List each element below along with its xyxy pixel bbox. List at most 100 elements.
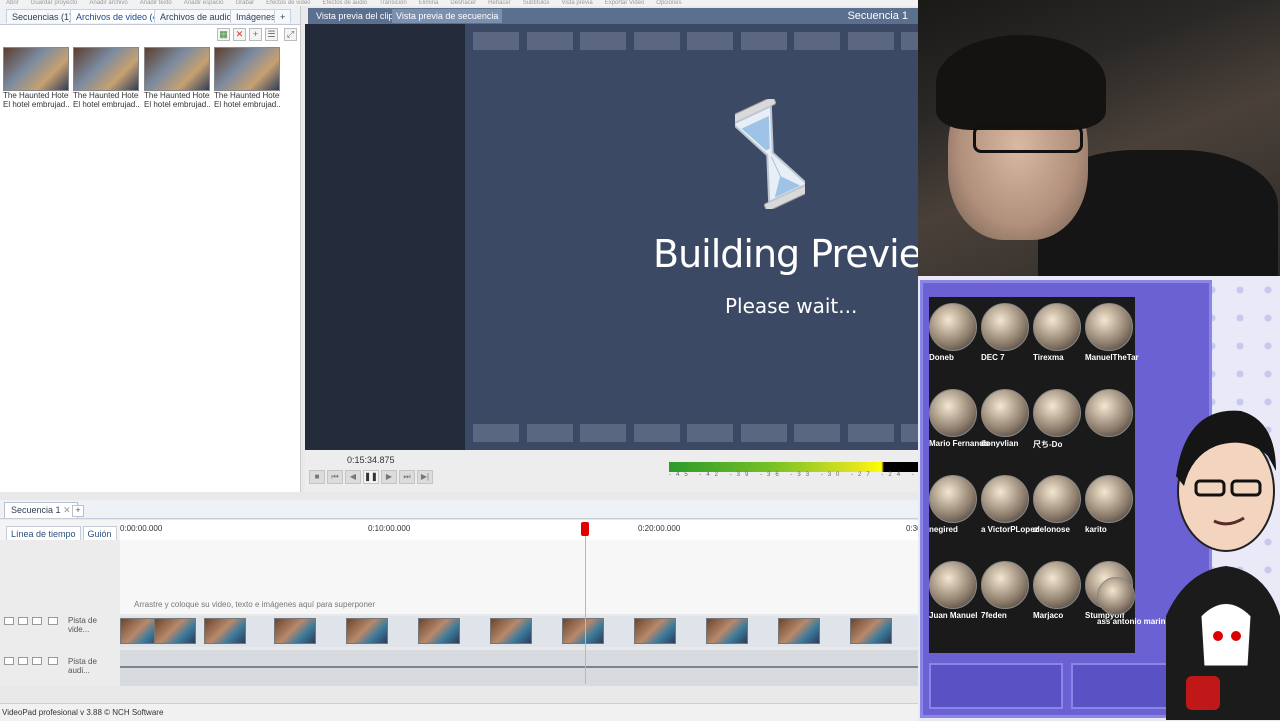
video-thumbnail xyxy=(144,47,210,91)
media-item-title: The Haunted Hotel - xyxy=(214,91,280,100)
delete-icon[interactable]: ✕ xyxy=(233,28,246,41)
close-icon[interactable]: ✕ xyxy=(63,505,71,515)
stop-button[interactable]: ■ xyxy=(309,470,325,484)
playhead-marker[interactable] xyxy=(581,522,589,536)
menu-item[interactable]: Elimina xyxy=(419,0,439,6)
step-back-button[interactable]: ◀ xyxy=(345,470,361,484)
menu-item[interactable]: Efectos de audio xyxy=(323,0,368,6)
menu-item[interactable]: Opciones xyxy=(656,0,681,6)
skip-end-button[interactable]: ⏭ xyxy=(399,470,415,484)
supporters-grid: Doneb DEC 7 Tirexma ManuelTheTar Mario Ferna… xyxy=(929,297,1165,653)
video-clip[interactable] xyxy=(706,618,748,644)
tab-add[interactable]: + xyxy=(274,9,292,23)
playback-controls: 0:15:34.875 ■ ⏮ ◀ ❚❚ ▶ ⏭ ▶| -45 -42 -39 … xyxy=(305,450,1043,492)
video-track-name: Pista de vide... xyxy=(68,616,97,634)
film-hole xyxy=(740,424,787,442)
preview-sequence-name: Secuencia 1 xyxy=(847,10,908,22)
film-hole xyxy=(633,424,680,442)
supporter-name: Marjaco xyxy=(1033,611,1064,620)
video-clip[interactable] xyxy=(418,618,460,644)
media-item[interactable]: The Haunted Hotel - El hotel embrujad... xyxy=(144,47,210,113)
menu-item[interactable]: Exportar Video xyxy=(605,0,645,6)
media-item[interactable]: The Haunted Hotel - El hotel embrujad... xyxy=(73,47,139,113)
menu-item[interactable]: Deshacer xyxy=(450,0,476,6)
menu-item[interactable]: Vista previa xyxy=(561,0,592,6)
tab-clip-preview[interactable]: Vista previa del clip xyxy=(312,9,397,23)
track-visibility-icon[interactable] xyxy=(4,657,14,665)
supporter-name: Tirexma xyxy=(1033,353,1064,362)
supporter-avatar xyxy=(1097,577,1135,615)
track-fx-icon[interactable] xyxy=(32,657,42,665)
menu-item[interactable]: Rehacer xyxy=(488,0,511,6)
film-hole xyxy=(526,32,573,50)
tab-sequence-1[interactable]: Secuencia 1 ✕ xyxy=(4,502,78,518)
pause-button[interactable]: ❚❚ xyxy=(363,470,379,484)
video-track[interactable] xyxy=(120,616,918,647)
supporter-item: Mario Fernando xyxy=(929,389,990,448)
tab-audio-files[interactable]: Archivos de audio xyxy=(154,9,238,23)
video-clip[interactable] xyxy=(274,618,316,644)
supporter-avatar xyxy=(1085,303,1133,351)
media-item-subtitle: El hotel embrujad... xyxy=(3,100,69,109)
video-thumbnail xyxy=(73,47,139,91)
supporter-item: 尺ち-Do xyxy=(1033,389,1083,450)
list-view-icon[interactable]: ☰ xyxy=(265,28,278,41)
supporter-avatar xyxy=(929,475,977,523)
film-hole xyxy=(687,32,733,50)
video-clip[interactable] xyxy=(204,618,246,644)
film-hole xyxy=(794,424,840,442)
video-clip[interactable] xyxy=(346,618,388,644)
track-visibility-icon[interactable] xyxy=(4,617,14,625)
film-hole xyxy=(740,32,787,50)
film-hole xyxy=(580,424,626,442)
add-sequence-button[interactable]: + xyxy=(72,505,84,517)
menu-item[interactable]: Transición xyxy=(379,0,406,6)
skip-start-button[interactable]: ⏮ xyxy=(327,470,343,484)
cartoon-avatar-icon xyxy=(1166,410,1280,720)
step-forward-button[interactable]: ▶ xyxy=(381,470,397,484)
supporter-item: donyvlian xyxy=(981,389,1031,448)
media-item[interactable]: The Haunted Hotel - El hotel embrujad... xyxy=(214,47,280,113)
track-lock-icon[interactable] xyxy=(48,617,58,625)
add-icon[interactable]: + xyxy=(249,28,262,41)
grid-view-icon[interactable]: ▦ xyxy=(217,28,230,41)
preview-timecode: 0:15:34.875 xyxy=(347,455,395,465)
film-hole xyxy=(580,32,626,50)
track-fx-icon[interactable] xyxy=(32,617,42,625)
track-eye-icon[interactable] xyxy=(18,617,28,625)
supporter-avatar xyxy=(981,389,1029,437)
video-clip[interactable] xyxy=(778,618,820,644)
preview-area: Building Preview Please wait... xyxy=(305,24,918,450)
preview-tabs: Vista previa del clip Vista previa de se… xyxy=(308,8,918,24)
video-clip[interactable] xyxy=(850,618,892,644)
preview-letterbox xyxy=(305,24,465,450)
audio-track[interactable] xyxy=(120,650,918,686)
supporter-name: Mario Fernando xyxy=(929,439,990,448)
supporter-item: ManuelTheTar xyxy=(1085,303,1139,362)
supporter-name: 7feden xyxy=(981,611,1007,620)
speaker-icon[interactable] xyxy=(18,657,28,665)
video-clip[interactable] xyxy=(634,618,676,644)
menu-item[interactable]: Subtítulos xyxy=(523,0,550,6)
media-panel: Secuencias (1) Archivos de video (4) Arc… xyxy=(0,6,301,492)
video-clip[interactable] xyxy=(154,618,196,644)
supporter-name: ManuelTheTar xyxy=(1085,353,1139,362)
tab-video-files[interactable]: Archivos de video (4) xyxy=(70,9,167,23)
tab-sequences[interactable]: Secuencias (1) xyxy=(6,9,79,23)
tab-sequence-preview[interactable]: Vista previa de secuencia xyxy=(392,9,503,23)
film-hole xyxy=(847,32,894,50)
media-item[interactable]: The Haunted Hotel - El hotel embrujad... xyxy=(3,47,69,113)
sequence-tab-label: Secuencia 1 xyxy=(11,505,61,515)
expand-icon[interactable]: ⤢ xyxy=(284,28,297,41)
video-clip[interactable] xyxy=(490,618,532,644)
supporter-avatar xyxy=(981,303,1029,351)
supporter-item: DEC 7 xyxy=(981,303,1031,362)
film-hole xyxy=(473,424,519,442)
video-clip[interactable] xyxy=(562,618,604,644)
video-thumbnail xyxy=(214,47,280,91)
overlay-track[interactable]: Arrastre y coloque su video, texto e imá… xyxy=(120,540,918,614)
next-button[interactable]: ▶| xyxy=(417,470,433,484)
track-lock-icon[interactable] xyxy=(48,657,58,665)
webcam-feed xyxy=(918,0,1280,276)
media-item-subtitle: El hotel embrujad... xyxy=(214,100,280,109)
